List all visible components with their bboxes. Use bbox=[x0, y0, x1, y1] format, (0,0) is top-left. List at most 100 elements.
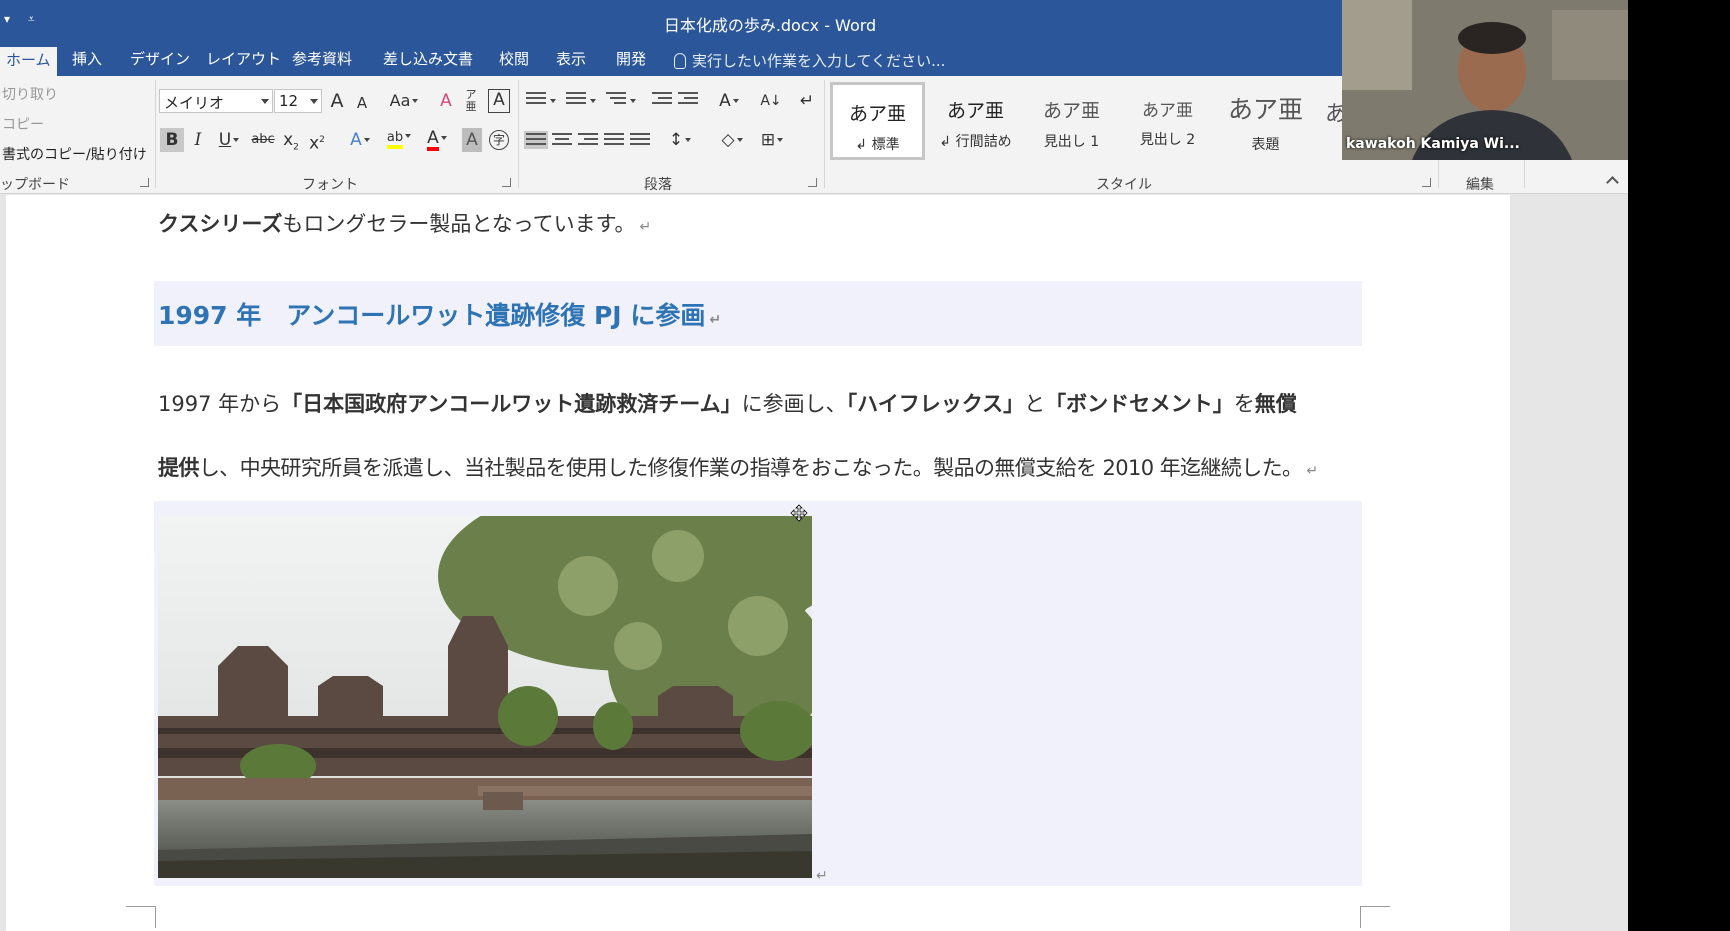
shading-button[interactable]: ◇ bbox=[714, 128, 750, 152]
tab-layout[interactable]: レイアウト bbox=[206, 49, 281, 76]
styles-gallery[interactable]: あア亜 ↲ 標準 あア亜 ↲ 行間詰め あア亜 見出し 1 あア亜 見出し 2 … bbox=[826, 82, 1346, 164]
font-size-combo[interactable]: 12 bbox=[274, 89, 322, 113]
cut-button[interactable]: 切り取り bbox=[2, 84, 58, 104]
paragraph-mark: ↵ bbox=[639, 219, 652, 235]
phonetic-guide-icon[interactable]: ア亜 bbox=[462, 89, 480, 113]
numbering-dropdown[interactable] bbox=[588, 89, 596, 113]
window-title: 日本化成の歩み.docx - Word bbox=[663, 16, 877, 35]
chevron-down-icon bbox=[405, 134, 412, 138]
highlight-color-button[interactable]: ab bbox=[382, 126, 416, 150]
superscript-button[interactable]: x2 bbox=[306, 128, 328, 154]
group-separator bbox=[155, 80, 156, 188]
tab-home[interactable]: ホーム bbox=[0, 47, 57, 76]
clipboard-launcher-icon[interactable] bbox=[140, 178, 149, 187]
numbering-icon[interactable] bbox=[566, 92, 586, 110]
doc-bold-text: 「ハイフレックス」 bbox=[846, 392, 1025, 416]
font-group-label: フォント bbox=[302, 177, 358, 193]
show-marks-icon[interactable]: ↵ bbox=[796, 89, 818, 113]
sort-button[interactable]: A↓ bbox=[760, 89, 782, 113]
bold-button[interactable]: B bbox=[160, 128, 184, 152]
tab-developer[interactable]: 開発 bbox=[616, 49, 646, 76]
tell-me-box[interactable]: 実行したい作業を入力してください... bbox=[674, 50, 945, 71]
align-left-icon[interactable] bbox=[524, 131, 548, 149]
style-title[interactable]: あア亜 表題 bbox=[1218, 82, 1313, 160]
italic-button[interactable]: I bbox=[188, 128, 208, 152]
photo-graphic bbox=[158, 516, 812, 878]
text-effects-button[interactable]: A bbox=[344, 128, 376, 152]
style-heading-1[interactable]: あア亜 見出し 1 bbox=[1024, 82, 1119, 160]
font-launcher-icon[interactable] bbox=[502, 178, 511, 187]
text-direction-button[interactable]: A bbox=[712, 89, 746, 113]
text-direction-icon: A bbox=[719, 91, 731, 111]
doc-bold-text: 無償 bbox=[1254, 392, 1297, 416]
paragraph-group-label: 段落 bbox=[644, 177, 672, 193]
style-name: 表題 bbox=[1251, 137, 1280, 153]
tab-mailings[interactable]: 差し込み文書 bbox=[383, 49, 473, 76]
style-name: 見出し 2 bbox=[1139, 132, 1196, 148]
doc-text: し、中央研究所員を派遣し、当社製品を使用した修復作業の指導をおこなった。製品の無… bbox=[198, 456, 1303, 480]
style-heading-2[interactable]: あア亜 見出し 2 bbox=[1120, 82, 1215, 160]
align-center-icon[interactable] bbox=[552, 133, 572, 151]
grow-font-button[interactable]: A bbox=[326, 89, 348, 113]
style-name: ↲ 行間詰め bbox=[939, 134, 1012, 150]
paragraph-launcher-icon[interactable] bbox=[808, 178, 817, 187]
bullets-dropdown[interactable] bbox=[548, 89, 556, 113]
format-painter-button[interactable]: 書式のコピー/貼り付け bbox=[2, 144, 147, 164]
doc-heading-text: 1997 年 アンコールワット遺跡修復 PJ に参画 bbox=[158, 301, 706, 330]
font-name-value: メイリオ bbox=[164, 94, 225, 112]
font-name-combo[interactable]: メイリオ bbox=[159, 89, 273, 113]
clear-formatting-icon[interactable]: A bbox=[436, 89, 456, 113]
font-color-button[interactable]: A bbox=[420, 126, 454, 151]
font-color-icon: A bbox=[427, 129, 439, 151]
strikethrough-button[interactable]: abc bbox=[250, 128, 276, 152]
styles-launcher-icon[interactable] bbox=[1422, 178, 1431, 187]
editing-group-label: 編集 bbox=[1466, 177, 1494, 193]
collapse-ribbon-icon[interactable] bbox=[1606, 176, 1619, 189]
decrease-indent-icon[interactable] bbox=[652, 92, 672, 110]
increase-indent-icon[interactable] bbox=[678, 92, 698, 110]
tab-view[interactable]: 表示 bbox=[556, 49, 586, 76]
borders-button[interactable]: ⊞ bbox=[754, 128, 790, 152]
video-participant-tile[interactable]: kawakoh Kamiya Wi... bbox=[1342, 0, 1628, 160]
style-sample: あア亜 bbox=[1042, 100, 1100, 122]
angkor-wat-photo[interactable] bbox=[158, 516, 812, 878]
character-shading-button[interactable]: A bbox=[462, 128, 482, 152]
multilevel-dropdown[interactable] bbox=[628, 89, 636, 113]
doc-paragraph-line-1[interactable]: 1997 年から「日本国政府アンコールワット遺跡救済チーム」に参画し、「ハイフレ… bbox=[158, 388, 1297, 418]
font-size-value: 12 bbox=[279, 92, 299, 110]
chevron-down-icon bbox=[363, 138, 370, 142]
subscript-label: x bbox=[283, 130, 294, 150]
underline-button[interactable]: U bbox=[212, 128, 246, 152]
underline-label: U bbox=[218, 130, 232, 150]
chevron-down-icon bbox=[440, 136, 447, 140]
style-sample: あア亜 bbox=[1142, 101, 1193, 121]
tab-insert[interactable]: 挿入 bbox=[72, 49, 102, 76]
paragraph-mark: ↵ bbox=[816, 868, 828, 884]
justify-icon[interactable] bbox=[604, 133, 624, 151]
line-spacing-button[interactable]: ↕ bbox=[662, 128, 698, 152]
distributed-icon[interactable] bbox=[630, 133, 650, 151]
align-right-icon[interactable] bbox=[578, 133, 598, 151]
style-normal[interactable]: あア亜 ↲ 標準 bbox=[830, 82, 925, 160]
copy-button[interactable]: コピー bbox=[2, 114, 44, 134]
enclose-characters-button[interactable]: 字 bbox=[488, 128, 510, 152]
doc-paragraph-line-2[interactable]: 提供し、中央研究所員を派遣し、当社製品を使用した修復作業の指導をおこなった。製品… bbox=[158, 452, 1318, 482]
bullets-icon[interactable] bbox=[526, 92, 546, 110]
change-case-button[interactable]: Aa bbox=[386, 89, 422, 113]
doc-text: に参画し、 bbox=[741, 392, 847, 416]
doc-heading[interactable]: 1997 年 アンコールワット遺跡修復 PJ に参画 ↵ bbox=[158, 296, 721, 332]
style-no-spacing[interactable]: あア亜 ↲ 行間詰め bbox=[928, 82, 1023, 160]
shrink-font-button[interactable]: A bbox=[352, 91, 372, 115]
multilevel-list-icon[interactable] bbox=[606, 92, 626, 110]
doc-text: を bbox=[1233, 392, 1255, 416]
subscript-button[interactable]: x2 bbox=[280, 128, 302, 152]
enclose-characters-icon: 字 bbox=[489, 130, 509, 150]
chevron-down-icon bbox=[261, 99, 269, 104]
chevron-down-icon bbox=[233, 138, 240, 142]
tab-review[interactable]: 校閲 bbox=[499, 49, 529, 76]
character-border-button[interactable]: A bbox=[488, 89, 510, 113]
paragraph-mark: ↵ bbox=[1306, 463, 1318, 479]
tab-design[interactable]: デザイン bbox=[130, 49, 190, 76]
tab-references[interactable]: 参考資料 bbox=[292, 49, 352, 76]
doc-line-1[interactable]: クスシリーズもロングセラー製品となっています。 ↵ bbox=[158, 208, 651, 238]
